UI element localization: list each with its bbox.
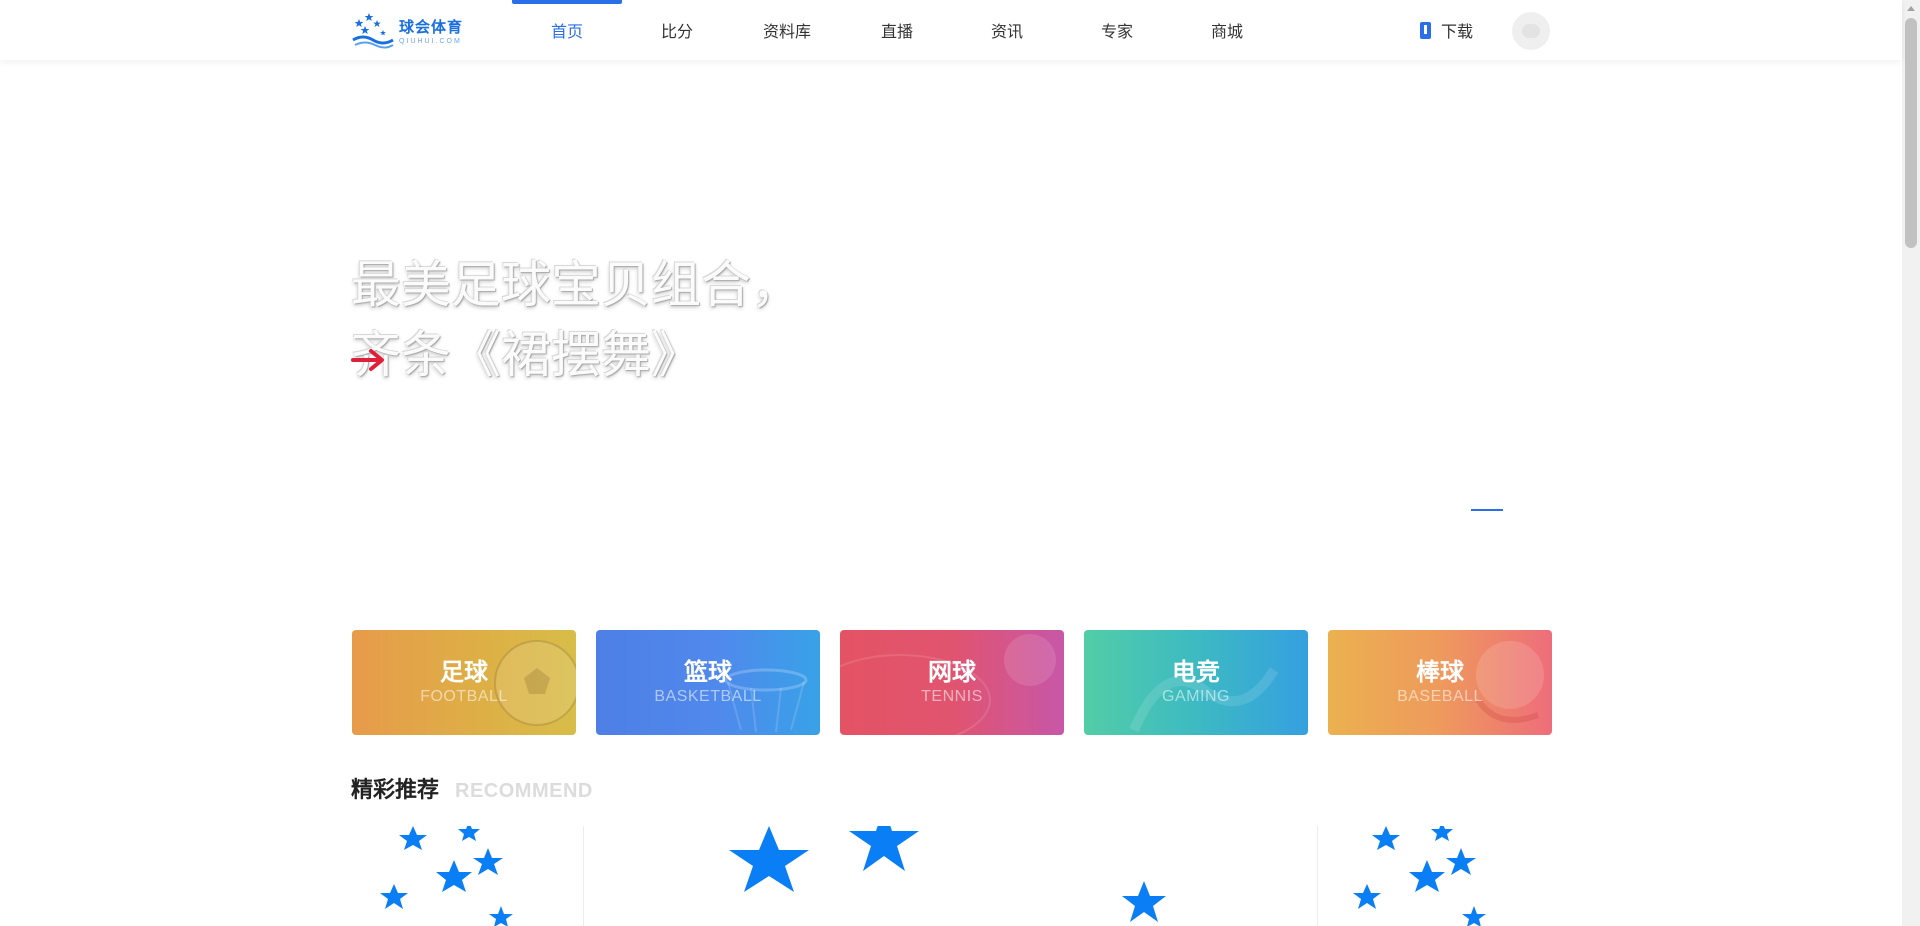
page-scrollbar[interactable] — [1902, 0, 1920, 926]
nav-live[interactable]: 直播 — [842, 0, 952, 60]
sport-card-title: 篮球 — [684, 658, 732, 686]
recommend-item-thumbnail[interactable] — [584, 826, 1317, 926]
hero-title: 最美足球宝贝组合， 齐条《裙摆舞》 — [351, 250, 911, 390]
sport-card-football[interactable]: 足球 FOOTBALL — [352, 630, 576, 735]
nav-news[interactable]: 资讯 — [952, 0, 1062, 60]
avatar-placeholder-icon — [1522, 24, 1540, 38]
site-logo[interactable]: 球会体育 QIUHUI.COM — [351, 8, 471, 52]
recommend-item-thumbnail[interactable] — [1318, 826, 1551, 926]
recommend-list — [351, 826, 1551, 926]
hero-title-line-1: 最美足球宝贝组合， — [351, 257, 801, 313]
logo-stars-icon — [351, 10, 395, 50]
logo-name: 球会体育 — [399, 18, 464, 36]
sport-card-title: 电竞 — [1172, 658, 1220, 686]
sport-card-title: 网球 — [928, 658, 976, 686]
page: 球会体育 QIUHUI.COM 首页 比分 资料库 直播 资讯 专家 商城 下载… — [0, 0, 1920, 926]
hero-arrow-right-icon[interactable] — [351, 345, 387, 375]
carousel-indicator[interactable] — [1471, 509, 1503, 511]
sport-card-title: 棒球 — [1416, 658, 1464, 686]
sport-card-subtitle: GAMING — [1162, 687, 1230, 705]
nav-scores[interactable]: 比分 — [622, 0, 732, 60]
recommend-title-cn: 精彩推荐 — [351, 777, 440, 802]
sport-card-baseball[interactable]: 棒球 BASEBALL — [1328, 630, 1552, 735]
sport-card-subtitle: TENNIS — [921, 687, 983, 705]
user-avatar[interactable] — [1512, 12, 1550, 50]
scrollbar-thumb[interactable] — [1905, 18, 1917, 248]
sport-card-subtitle: BASKETBALL — [654, 687, 762, 705]
football-ball-icon — [494, 640, 576, 726]
recommend-section-title: 精彩推荐 RECOMMEND — [351, 772, 593, 804]
scroll-up-arrow-icon[interactable] — [1907, 6, 1915, 11]
logo-text: 球会体育 QIUHUI.COM — [399, 16, 463, 45]
sport-categories: 足球 FOOTBALL 篮球 BASKETBALL 网球 TENNIS 电竞 G… — [352, 630, 1552, 735]
hero-title-line-2: 齐条《裙摆舞》 — [351, 327, 701, 383]
sport-card-gaming[interactable]: 电竞 GAMING — [1084, 630, 1308, 735]
sport-card-basketball[interactable]: 篮球 BASKETBALL — [596, 630, 820, 735]
sport-card-title: 足球 — [440, 658, 488, 686]
nav-database[interactable]: 资料库 — [732, 0, 842, 60]
sport-card-subtitle: BASEBALL — [1397, 687, 1483, 705]
mobile-phone-icon — [1420, 21, 1431, 39]
placeholder-stars-icon — [1353, 826, 1486, 926]
main-nav: 首页 比分 资料库 直播 资讯 专家 商城 — [512, 0, 1282, 60]
download-label: 下载 — [1441, 24, 1474, 41]
nav-experts[interactable]: 专家 — [1062, 0, 1172, 60]
hero-banner[interactable]: 最美足球宝贝组合， 齐条《裙摆舞》 — [0, 60, 1902, 590]
nav-mall[interactable]: 商城 — [1172, 0, 1282, 60]
sport-card-tennis[interactable]: 网球 TENNIS — [840, 630, 1064, 735]
placeholder-stars-icon — [380, 826, 513, 926]
placeholder-stars-icon — [729, 826, 1166, 922]
recommend-title-en: RECOMMEND — [455, 780, 593, 802]
nav-home[interactable]: 首页 — [512, 0, 622, 60]
logo-domain: QIUHUI.COM — [399, 37, 462, 45]
recommend-item-thumbnail[interactable] — [351, 826, 581, 926]
top-navigation-bar: 球会体育 QIUHUI.COM 首页 比分 资料库 直播 资讯 专家 商城 下载 — [0, 0, 1902, 60]
download-button[interactable]: 下载 — [1420, 18, 1473, 42]
sport-card-subtitle: FOOTBALL — [420, 687, 508, 705]
